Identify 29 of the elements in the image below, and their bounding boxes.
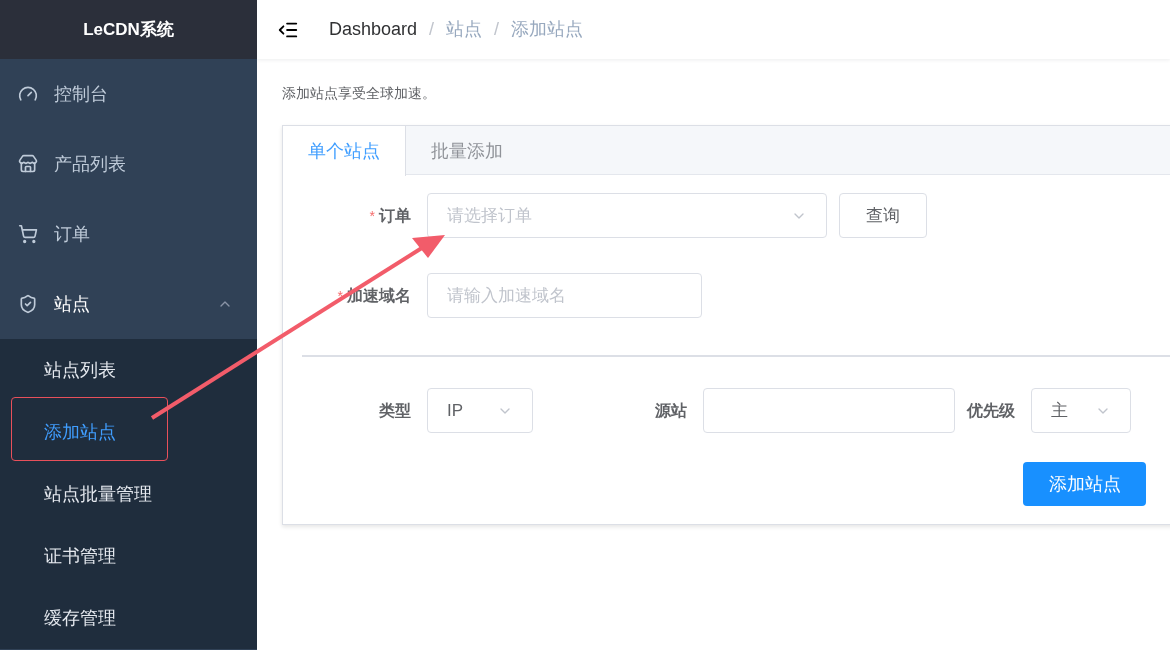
sidebar-item[interactable]: 控制台 [0, 59, 257, 129]
source-input[interactable] [703, 388, 955, 433]
type-select[interactable]: IP [427, 388, 533, 433]
field-label: 类型 [379, 400, 411, 421]
priority-select[interactable]: 主 [1031, 388, 1131, 433]
sidebar-item[interactable]: 订单 [0, 199, 257, 269]
app-title: LeCDN系统 [83, 18, 174, 41]
field-label: 优先级 [967, 400, 1015, 421]
query-button[interactable]: 查询 [839, 193, 927, 238]
shield-icon [18, 294, 38, 314]
submenu-item[interactable]: 缓存管理 [0, 587, 257, 649]
cart-icon [18, 224, 38, 244]
submenu-item[interactable]: 添加站点 [0, 401, 257, 463]
sidebar-item[interactable]: 产品列表 [0, 129, 257, 199]
breadcrumb-link[interactable]: Dashboard [329, 16, 418, 43]
gauge-icon [18, 84, 38, 104]
breadcrumb-separator: / [494, 18, 500, 41]
store-icon [18, 154, 38, 174]
domain-input[interactable]: 请输入加速域名 [427, 273, 702, 318]
intro-text: 添加站点享受全球加速。 [282, 84, 437, 103]
required-mark: * [337, 286, 343, 306]
submenu-item[interactable]: 站点批量管理 [0, 463, 257, 525]
submenu-item[interactable]: 站点列表 [0, 339, 257, 401]
breadcrumb-separator: / [429, 18, 435, 41]
required-mark: * [369, 206, 375, 226]
sidebar-item[interactable]: 站点 [0, 269, 257, 339]
field-label: 订单 [379, 205, 411, 226]
field-label: 源站 [655, 400, 687, 421]
submenu-item[interactable]: 证书管理 [0, 525, 257, 587]
